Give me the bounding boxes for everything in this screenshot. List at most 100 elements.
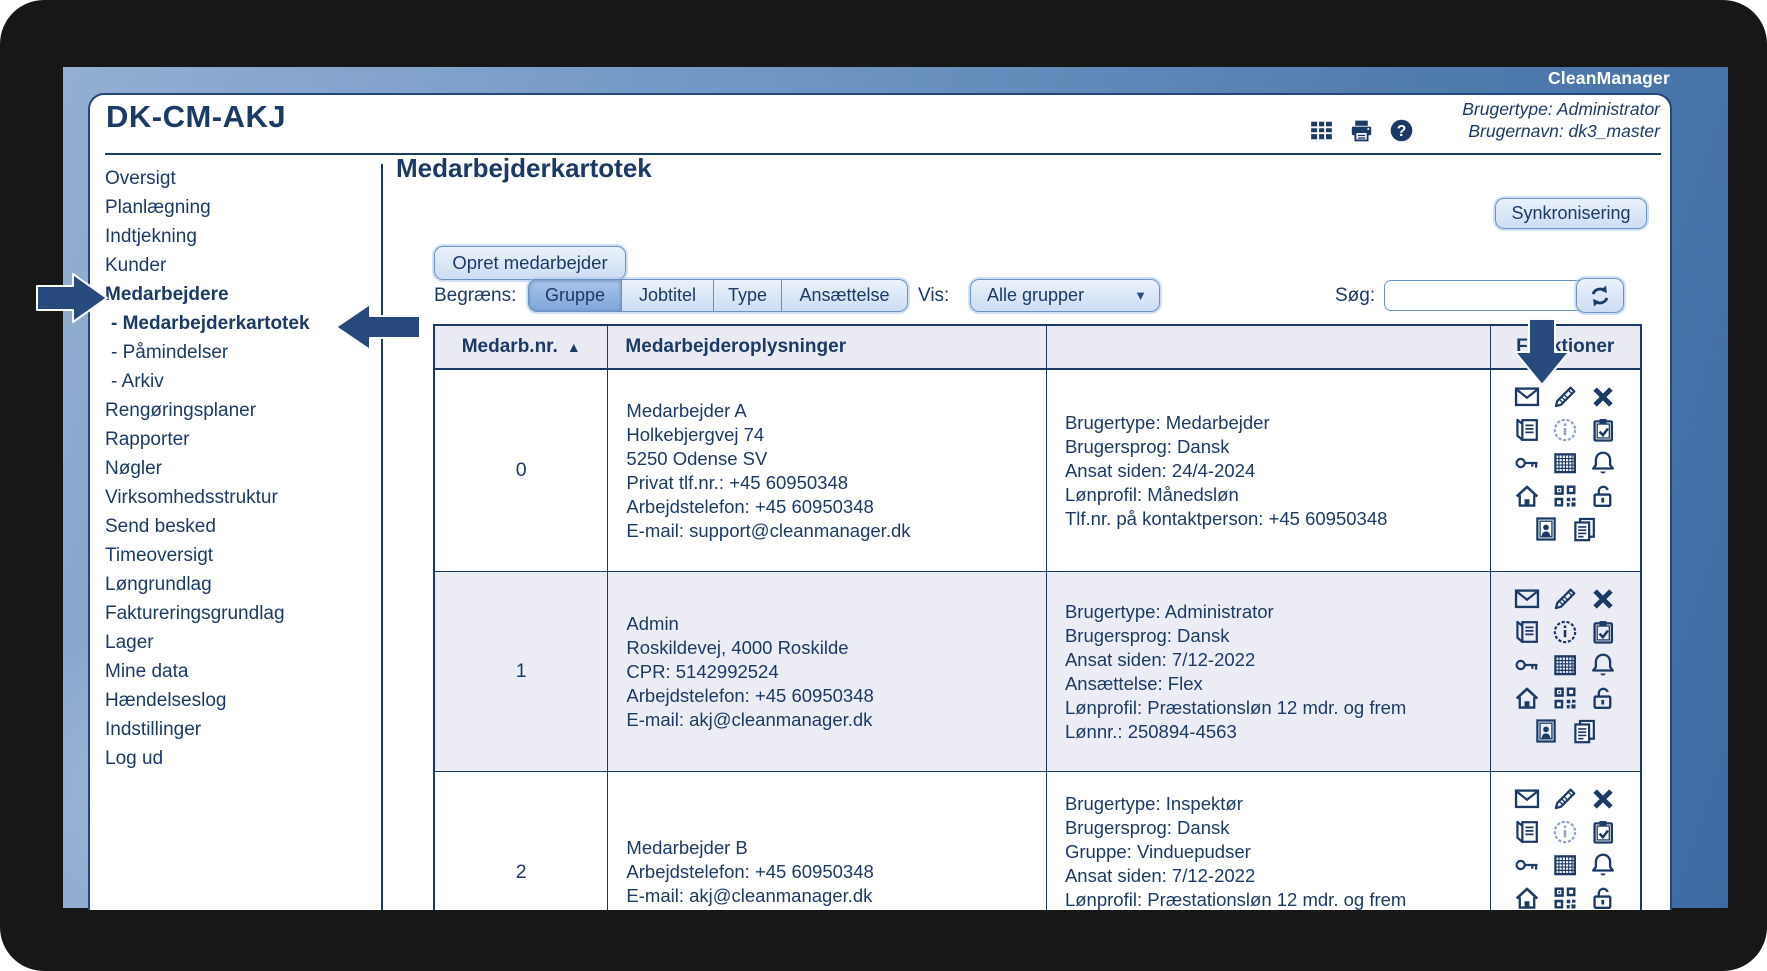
table-header-info: Medarbejderoplysninger xyxy=(608,326,1047,370)
unlock-icon[interactable] xyxy=(1589,684,1617,712)
qr-code-icon[interactable] xyxy=(1551,684,1579,712)
ledger-icon[interactable] xyxy=(1513,618,1541,646)
documents-icon[interactable] xyxy=(1570,717,1598,745)
calendar-icon[interactable] xyxy=(1551,851,1579,879)
home-icon[interactable] xyxy=(1513,884,1541,910)
sidebar-item-rengøringsplaner[interactable]: Rengøringsplaner xyxy=(105,396,377,425)
help-icon[interactable]: ? xyxy=(1388,117,1415,144)
edit-icon[interactable] xyxy=(1551,383,1579,411)
delete-icon[interactable] xyxy=(1589,785,1617,813)
mail-icon[interactable] xyxy=(1513,785,1541,813)
table-row: 0Medarbejder AHolkebjergvej 745250 Odens… xyxy=(435,370,1640,572)
sidebar-item-lager[interactable]: Lager xyxy=(105,628,377,657)
bell-icon[interactable] xyxy=(1589,851,1617,879)
clipboard-check-icon[interactable] xyxy=(1589,618,1617,646)
detail-line: Roskildevej, 4000 Roskilde xyxy=(626,636,1046,660)
mail-icon[interactable] xyxy=(1513,585,1541,613)
unlock-icon[interactable] xyxy=(1589,482,1617,510)
annotation-arrow-down xyxy=(1512,318,1572,387)
sidebar-item-send-besked[interactable]: Send besked xyxy=(105,512,377,541)
edit-icon[interactable] xyxy=(1551,785,1579,813)
key-icon[interactable] xyxy=(1513,449,1541,477)
sidebar-item-mine-data[interactable]: Mine data xyxy=(105,657,377,686)
sidebar-item-virksomhedsstruktur[interactable]: Virksomhedsstruktur xyxy=(105,483,377,512)
sidebar-item-indtjekning[interactable]: Indtjekning xyxy=(105,222,377,251)
search-input[interactable] xyxy=(1384,280,1590,311)
sidebar-item-log-ud[interactable]: Log ud xyxy=(105,744,377,773)
detail-line: Lønprofil: Månedsløn xyxy=(1065,483,1490,507)
sidebar-item-nøgler[interactable]: Nøgler xyxy=(105,454,377,483)
filter-option-gruppe[interactable]: Gruppe xyxy=(528,279,622,312)
edit-icon[interactable] xyxy=(1551,585,1579,613)
info-muted-icon[interactable] xyxy=(1551,416,1579,444)
sidebar-item-løngrundlag[interactable]: Løngrundlag xyxy=(105,570,377,599)
qr-code-icon[interactable] xyxy=(1551,482,1579,510)
employee-number: 1 xyxy=(435,572,608,771)
sidebar-item-timeoversigt[interactable]: Timeoversigt xyxy=(105,541,377,570)
unlock-icon[interactable] xyxy=(1589,884,1617,910)
sidebar-item-arkiv[interactable]: - Arkiv xyxy=(105,367,377,396)
table-header-nr[interactable]: Medarb.nr. ▲ xyxy=(435,326,608,370)
sort-asc-icon[interactable]: ▲ xyxy=(567,339,581,355)
filter-option-ansættelse[interactable]: Ansættelse xyxy=(782,279,908,312)
sidebar-item-rapporter[interactable]: Rapporter xyxy=(105,425,377,454)
ledger-icon[interactable] xyxy=(1513,818,1541,846)
sidebar-nav: OversigtPlanlægningIndtjekningKunderMeda… xyxy=(105,164,377,773)
mail-icon[interactable] xyxy=(1513,383,1541,411)
group-select-dropdown[interactable]: Alle grupper ▼ xyxy=(970,279,1160,312)
filter-option-jobtitel[interactable]: Jobtitel xyxy=(622,279,714,312)
calendar-icon[interactable] xyxy=(1551,449,1579,477)
qr-code-icon[interactable] xyxy=(1551,884,1579,910)
home-icon[interactable] xyxy=(1513,684,1541,712)
bell-icon[interactable] xyxy=(1589,651,1617,679)
clipboard-check-icon[interactable] xyxy=(1589,818,1617,846)
group-select-value: Alle grupper xyxy=(987,285,1084,306)
header-label: Medarb.nr. xyxy=(462,336,558,358)
sidebar-item-kunder[interactable]: Kunder xyxy=(105,251,377,280)
sidebar-item-oversigt[interactable]: Oversigt xyxy=(105,164,377,193)
id-card-icon[interactable] xyxy=(1532,717,1560,745)
limit-filter-group: GruppeJobtitelTypeAnsættelse xyxy=(528,279,908,312)
detail-line: Brugersprog: Dansk xyxy=(1065,816,1490,840)
chevron-down-icon: ▼ xyxy=(1134,288,1147,303)
detail-line: Medarbejder A xyxy=(626,399,1046,423)
detail-line: Arbejdstelefon: +45 60950348 xyxy=(626,684,1046,708)
key-icon[interactable] xyxy=(1513,851,1541,879)
delete-icon[interactable] xyxy=(1589,585,1617,613)
documents-icon[interactable] xyxy=(1570,515,1598,543)
limit-filter-label: Begræns: xyxy=(434,279,516,312)
employee-table: Medarb.nr.▲MedarbejderoplysningerFunktio… xyxy=(433,324,1642,910)
ledger-icon[interactable] xyxy=(1513,416,1541,444)
clipboard-check-icon[interactable] xyxy=(1589,416,1617,444)
functions-cell xyxy=(1491,370,1640,571)
filter-option-type[interactable]: Type xyxy=(714,279,782,312)
info-icon[interactable] xyxy=(1551,618,1579,646)
detail-line: Privat tlf.nr.: +45 60950348 xyxy=(626,471,1046,495)
key-icon[interactable] xyxy=(1513,651,1541,679)
delete-icon[interactable] xyxy=(1589,383,1617,411)
calendar-icon[interactable] xyxy=(1551,651,1579,679)
table-icon[interactable] xyxy=(1308,117,1335,144)
sidebar-item-faktureringsgrundlag[interactable]: Faktureringsgrundlag xyxy=(105,599,377,628)
home-icon[interactable] xyxy=(1513,482,1541,510)
print-icon[interactable] xyxy=(1348,117,1375,144)
detail-line: Ansat siden: 7/12-2022 xyxy=(1065,864,1490,888)
info-muted-icon[interactable] xyxy=(1551,818,1579,846)
detail-line: Lønnr.: 250894-4563 xyxy=(1065,720,1490,744)
detail-line: Gruppe: Vinduepudser xyxy=(1065,840,1490,864)
page-title: DK-CM-AKJ xyxy=(106,99,286,135)
id-card-icon[interactable] xyxy=(1532,515,1560,543)
sidebar-item-hændelseslog[interactable]: Hændelseslog xyxy=(105,686,377,715)
brand-logo: CleanManager xyxy=(1548,68,1670,89)
detail-line: Medarbejder B xyxy=(626,836,1046,860)
detail-line: Brugersprog: Dansk xyxy=(1065,435,1490,459)
create-employee-button[interactable]: Opret medarbejder xyxy=(434,246,626,280)
bell-icon[interactable] xyxy=(1589,449,1617,477)
refresh-icon[interactable] xyxy=(1576,278,1624,313)
sidebar-item-indstillinger[interactable]: Indstillinger xyxy=(105,715,377,744)
employee-info: AdminRoskildevej, 4000 RoskildeCPR: 5142… xyxy=(608,572,1047,771)
detail-line: CPR: 5142992524 xyxy=(626,660,1046,684)
sidebar-item-planlægning[interactable]: Planlægning xyxy=(105,193,377,222)
header-label: Medarbejderoplysninger xyxy=(625,336,846,358)
sync-button[interactable]: Synkronisering xyxy=(1495,198,1647,229)
